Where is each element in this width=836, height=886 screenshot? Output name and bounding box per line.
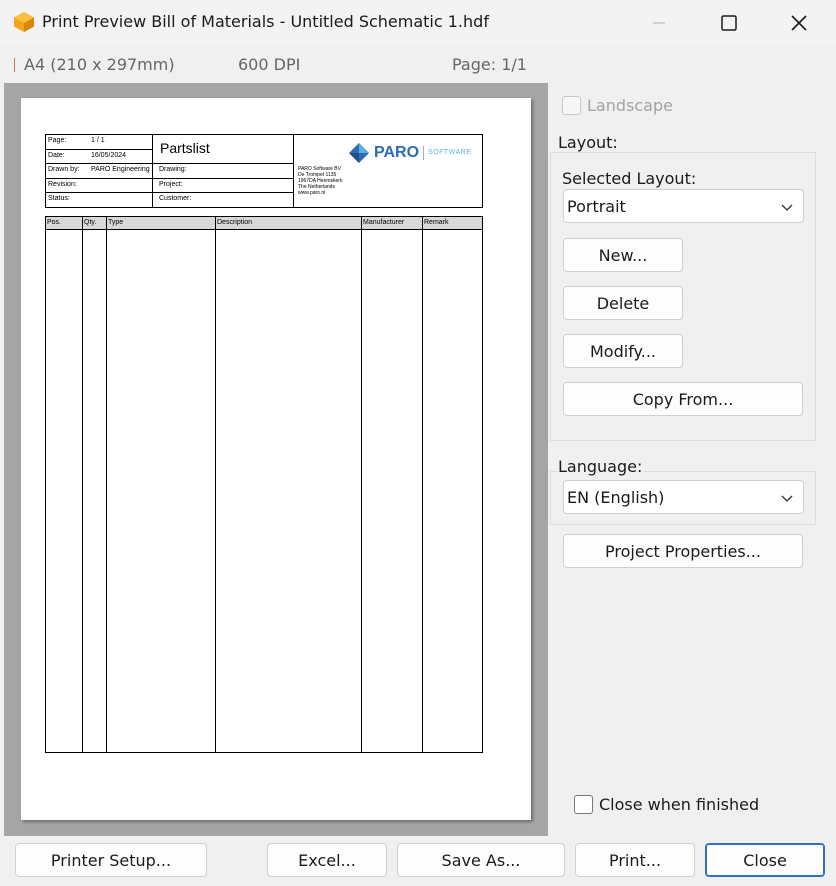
language-label: Language:	[558, 457, 645, 476]
date-value: 16/05/2024	[91, 152, 127, 159]
minimize-icon	[653, 22, 665, 24]
chevron-down-icon	[781, 495, 793, 502]
page-label: Page:	[48, 137, 67, 144]
print-button[interactable]: Print...	[575, 843, 695, 877]
drawn-by-value: PARO Engineering	[91, 166, 150, 173]
printer-setup-button[interactable]: Printer Setup...	[15, 843, 207, 877]
drawing-label: Drawing:	[159, 166, 187, 173]
save-as-button[interactable]: Save As...	[397, 843, 565, 877]
language-select[interactable]: EN (English)	[563, 480, 804, 514]
paro-logo-subtext: SOFTWARE	[428, 149, 472, 156]
column-header: Qty.	[84, 219, 97, 226]
page-indicator: Page: 1/1	[452, 55, 527, 74]
maximize-button[interactable]	[696, 0, 762, 46]
partslist-title: Partslist	[160, 140, 210, 156]
project-properties-button[interactable]: Project Properties...	[563, 534, 803, 568]
options-pane: Landscape Layout: Selected Layout: Portr…	[548, 83, 836, 836]
page-value: 1 / 1	[91, 137, 105, 144]
excel-button[interactable]: Excel...	[267, 843, 387, 877]
layout-select-value: Portrait	[567, 196, 626, 216]
close-window-button[interactable]	[766, 0, 832, 46]
print-preview-area[interactable]: Page: 1 / 1 Date: 16/05/2024 Drawn by: P…	[4, 83, 548, 836]
maximize-icon	[721, 15, 737, 31]
project-label: Project:	[159, 181, 183, 188]
paro-logo-icon	[349, 143, 369, 163]
paper-size-text: A4 (210 x 297mm)	[24, 55, 175, 74]
new-layout-button[interactable]: New...	[563, 238, 683, 272]
title-bar: Print Preview Bill of Materials - Untitl…	[0, 0, 836, 46]
revision-label: Revision:	[48, 181, 77, 188]
date-label: Date:	[48, 152, 65, 159]
layout-group-label: Layout:	[558, 133, 620, 152]
landscape-checkbox[interactable]	[562, 96, 581, 115]
column-header: Type	[108, 219, 124, 226]
delete-layout-button[interactable]: Delete	[563, 286, 683, 320]
status-label: Status:	[48, 195, 70, 202]
close-when-finished-checkbox[interactable]	[574, 795, 593, 814]
column-header: Description	[217, 219, 253, 226]
chevron-down-icon	[781, 204, 793, 211]
dpi-text: 600 DPI	[238, 55, 301, 74]
address-line: www.paro.nl	[298, 190, 326, 196]
modify-layout-button[interactable]: Modify...	[563, 334, 683, 368]
app-logo-icon	[14, 12, 34, 32]
preview-info-bar: A4 (210 x 297mm) 600 DPI Page: 1/1	[0, 48, 548, 82]
landscape-label: Landscape	[587, 96, 673, 115]
drawn-by-label: Drawn by:	[48, 166, 80, 173]
dialog-button-bar: Printer Setup... Excel... Save As... Pri…	[0, 836, 836, 886]
title-block: Page: 1 / 1 Date: 16/05/2024 Drawn by: P…	[45, 134, 483, 208]
column-header: Pos.	[47, 219, 62, 226]
close-button[interactable]: Close	[705, 843, 825, 877]
copy-from-button[interactable]: Copy From...	[563, 382, 803, 416]
layout-select[interactable]: Portrait	[563, 189, 804, 223]
close-when-finished-label: Close when finished	[599, 795, 760, 814]
column-header: Manufacturer	[363, 219, 405, 226]
minimize-button[interactable]	[626, 0, 692, 46]
parts-table: Pos. Qty. Type Description Manufacturer …	[45, 216, 483, 753]
paro-logo-text: PARO	[374, 144, 420, 161]
customer-label: Customer:	[159, 195, 192, 202]
language-select-value: EN (English)	[567, 487, 665, 507]
preview-page: Page: 1 / 1 Date: 16/05/2024 Drawn by: P…	[21, 98, 531, 820]
window-title: Print Preview Bill of Materials - Untitl…	[42, 12, 489, 31]
logo-divider	[423, 146, 424, 160]
info-separator	[14, 58, 15, 72]
column-header: Remark	[424, 219, 449, 226]
close-icon	[791, 15, 807, 31]
selected-layout-label: Selected Layout:	[562, 169, 697, 188]
